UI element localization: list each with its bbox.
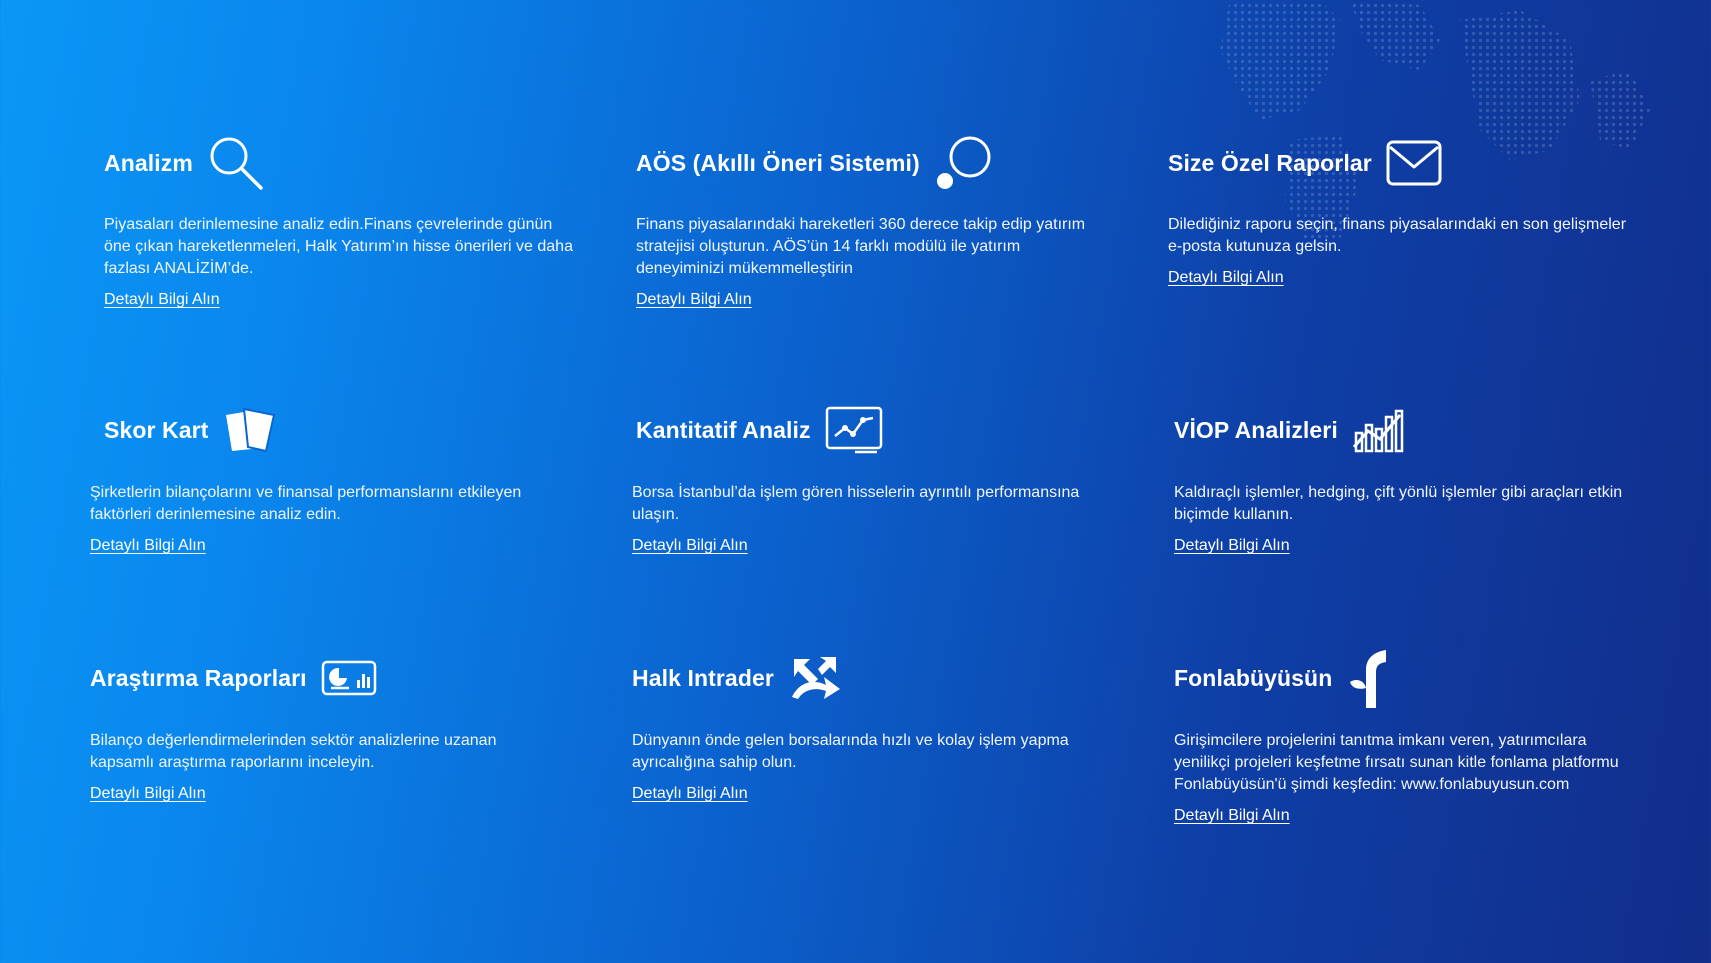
detail-link[interactable]: Detaylı Bilgi Alın (104, 291, 220, 309)
smart-suggestion-icon (934, 133, 994, 193)
fonlabuyusun-logo-icon (1346, 648, 1392, 708)
card-description: Piyasaları derinlemesine analiz edin.Fin… (104, 216, 573, 277)
card-title: Fonlabüyüsün (1174, 664, 1333, 691)
detail-link[interactable]: Detaylı Bilgi Alın (1174, 807, 1290, 825)
card-description: Girişimcilere projelerini tanıtma imkanı… (1174, 732, 1619, 793)
card-title: VİOP Analizleri (1174, 416, 1338, 443)
card-description: Finans piyasalarındaki hareketleri 360 d… (636, 216, 1086, 277)
card-title: Size Özel Raporlar (1168, 149, 1372, 176)
card-description: Şirketlerin bilançolarını ve finansal pe… (90, 484, 522, 523)
feature-card-kantitatif-analiz: Kantitatif Analiz Borsa İstanbul’da işle… (632, 400, 1102, 555)
bar-growth-icon (1352, 407, 1406, 453)
card-title: Araştırma Raporları (90, 664, 307, 691)
card-title: Skor Kart (104, 416, 209, 443)
detail-link[interactable]: Detaylı Bilgi Alın (90, 537, 206, 555)
feature-card-fonlabuyusun: Fonlabüyüsün Girişimcilere projelerini t… (1174, 648, 1644, 825)
card-description: Dilediğiniz raporu seçin, finans piyasal… (1168, 216, 1627, 255)
card-title: Analizm (104, 149, 193, 176)
envelope-icon (1386, 139, 1442, 187)
detail-link[interactable]: Detaylı Bilgi Alın (90, 785, 206, 803)
feature-card-arastirma-raporlari: Araştırma Raporları Bilanço değerlendirm… (90, 648, 560, 803)
detail-link[interactable]: Detaylı Bilgi Alın (636, 291, 752, 309)
feature-card-analizm: Analizm Piyasaları derinlemesine analiz … (104, 133, 574, 309)
detail-link[interactable]: Detaylı Bilgi Alın (1174, 537, 1290, 555)
detail-link[interactable]: Detaylı Bilgi Alın (632, 785, 748, 803)
card-title: AÖS (Akıllı Öneri Sistemi) (636, 149, 920, 176)
line-chart-icon (825, 406, 883, 454)
feature-card-skor-kart: Skor Kart Şirketlerin bilançolarını ve f… (90, 400, 560, 555)
feature-card-aos: AÖS (Akıllı Öneri Sistemi) Finans piyasa… (636, 133, 1106, 309)
card-description: Dünyanın önde gelen borsalarında hızlı v… (632, 732, 1069, 771)
score-cards-icon (222, 407, 278, 453)
card-description: Borsa İstanbul’da işlem gören hisselerin… (632, 484, 1080, 523)
card-description: Kaldıraçlı işlemler, hedging, çift yönlü… (1174, 484, 1623, 523)
feature-card-size-ozel-raporlar: Size Özel Raporlar Dilediğiniz raporu se… (1168, 133, 1638, 287)
trade-arrows-icon (788, 655, 842, 701)
card-title: Kantitatif Analiz (636, 416, 811, 443)
detail-link[interactable]: Detaylı Bilgi Alın (1168, 269, 1284, 287)
magnifier-icon (207, 134, 265, 192)
feature-card-viop-analizleri: VİOP Analizleri Kaldıraçlı işlemler, hed… (1174, 400, 1644, 555)
feature-card-halk-intrader: Halk Intrader Dünyanın önde gelen borsal… (632, 648, 1102, 803)
card-title: Halk Intrader (632, 664, 774, 691)
detail-link[interactable]: Detaylı Bilgi Alın (632, 537, 748, 555)
report-dashboard-icon (321, 660, 377, 696)
card-description: Bilanço değerlendirmelerinden sektör ana… (90, 732, 497, 771)
